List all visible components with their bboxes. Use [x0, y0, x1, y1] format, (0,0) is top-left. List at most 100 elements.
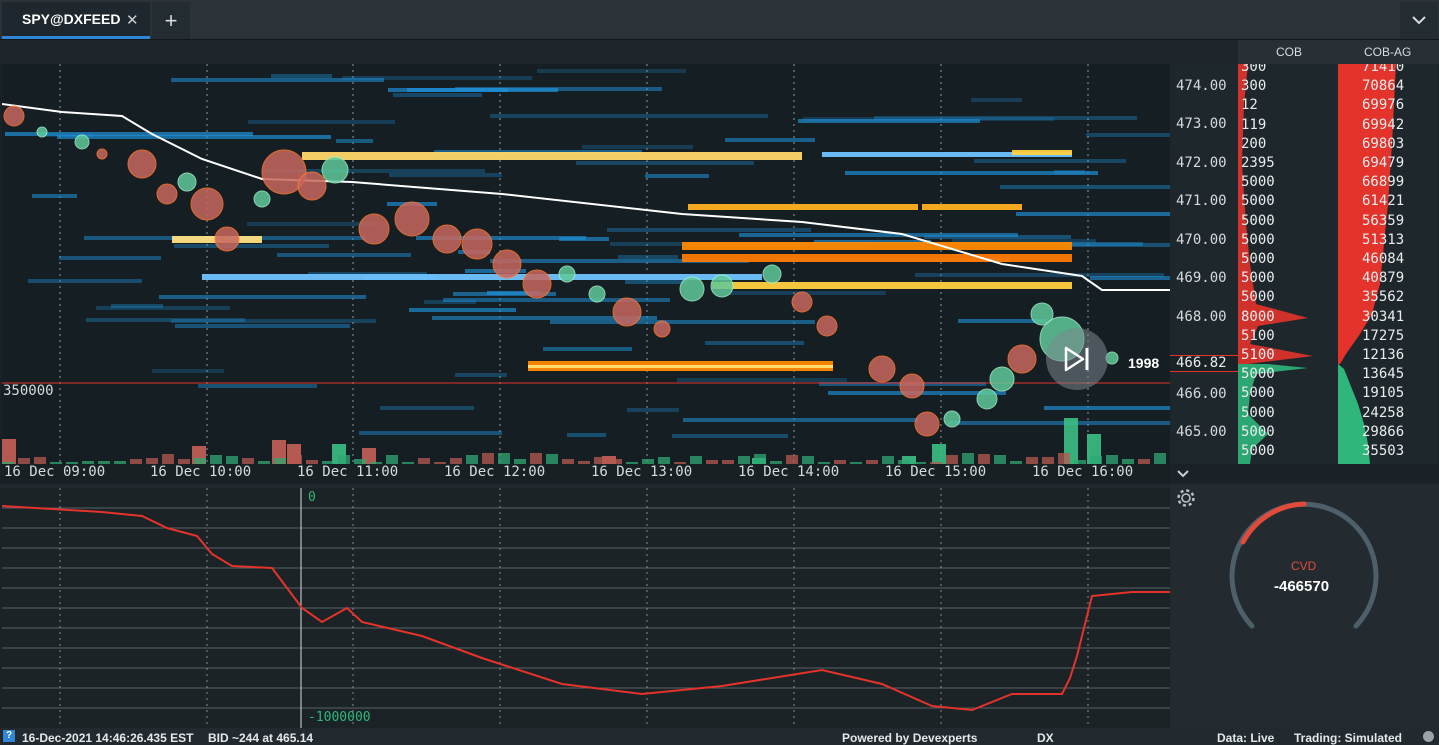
cob-ag-cell: 69942 [1362, 116, 1405, 133]
price-axis-label: 470.00 [1176, 232, 1227, 248]
cob-ag-cell: 71410 [1362, 64, 1405, 75]
cob-ag-cell: 66899 [1362, 174, 1405, 191]
cob-cell: 5000 [1241, 404, 1275, 421]
collapse-panel-button[interactable] [1176, 466, 1192, 480]
tabs-dropdown-button[interactable] [1400, 2, 1438, 39]
cob-column: 300 300 12 119 200 2395 5000 5000 5000 5000 5000 50… [1238, 64, 1338, 464]
settings-gear-icon[interactable] [1175, 487, 1197, 509]
cob-cell: 8000 [1241, 308, 1275, 325]
cob-cell: 119 [1241, 116, 1267, 133]
cvd-gauge-title: CVD [1291, 559, 1317, 573]
cob-ag-cell: 51313 [1362, 231, 1405, 248]
cob-cell: 5000 [1241, 366, 1275, 383]
cob-cell: 5000 [1241, 212, 1275, 229]
cob-ag-cell: 46084 [1362, 251, 1405, 267]
cob-ag-cell: 13645 [1362, 366, 1405, 383]
cob-ag-cell: 17275 [1362, 327, 1405, 344]
cob-cell: 5000 [1241, 231, 1275, 248]
skip-to-end-icon [1064, 346, 1089, 372]
tab-spy-dxfeed[interactable]: SPY@DXFEED ✕ [2, 2, 150, 39]
cob-ag-cell: 24258 [1362, 404, 1405, 421]
cob-cell: 5000 [1241, 385, 1275, 402]
volume-scale-label: 350000 [3, 383, 54, 399]
cob-cell: 5000 [1241, 270, 1275, 287]
cob-ag-cell: 56359 [1362, 212, 1405, 229]
time-axis-label: 16 Dec 16:00 [1032, 464, 1134, 480]
chevron-down-icon [1412, 16, 1426, 25]
cob-cell: 5000 [1241, 193, 1275, 210]
cvd-chart[interactable]: 0 -1000000 [2, 488, 1170, 728]
tab-title: SPY@DXFEED [22, 11, 121, 27]
time-axis[interactable]: 16 Dec 09:00 16 Dec 10:00 16 Dec 11:00 16 D… [2, 464, 1170, 484]
time-axis-label: 16 Dec 15:00 [885, 464, 987, 480]
cob-cell: 200 [1241, 135, 1267, 152]
price-axis-label: 469.00 [1176, 270, 1227, 286]
cob-column-header[interactable]: COB [1276, 45, 1302, 59]
time-axis-label: 16 Dec 11:00 [297, 464, 399, 480]
heatmap-canvas [2, 64, 1170, 464]
cob-ag-column: 71410 70864 69976 69942 69803 69479 66899 61421… [1338, 64, 1438, 464]
cob-cell: 5000 [1241, 251, 1275, 267]
cob-ag-cell: 19105 [1362, 385, 1405, 402]
cob-ag-cell: 30341 [1362, 308, 1405, 325]
status-bid: BID ~244 at 465.14 [208, 731, 314, 745]
heatmap-chart[interactable]: 350000 1998 [2, 64, 1170, 464]
cob-cell: 300 [1241, 64, 1267, 75]
cob-cell: 12 [1241, 97, 1258, 114]
price-axis-label: 466.00 [1176, 386, 1227, 402]
current-price-label: 466.82 [1170, 355, 1238, 372]
connection-indicator-icon [1423, 731, 1434, 742]
replay-volume-label: 1998 [1128, 355, 1160, 371]
chevron-down-icon [1177, 470, 1189, 478]
price-axis-label: 465.00 [1176, 424, 1227, 440]
status-time: 16-Dec-2021 14:46:26.435 EST [22, 731, 194, 745]
cob-ag-cell: 61421 [1362, 193, 1405, 210]
cob-cell: 2395 [1241, 155, 1275, 171]
price-axis-label: 468.00 [1176, 309, 1227, 325]
close-tab-icon[interactable]: ✕ [126, 11, 139, 29]
time-axis-label: 16 Dec 13:00 [591, 464, 693, 480]
cob-ag-cell: 35562 [1362, 289, 1405, 306]
price-axis-label: 473.00 [1176, 116, 1227, 132]
cob-ag-cell: 12136 [1362, 347, 1405, 363]
cob-ag-cell: 29866 [1362, 423, 1405, 440]
cob-header: COB COB-AG [1238, 40, 1439, 64]
info-icon[interactable]: ? [3, 730, 15, 742]
cob-ag-cell: 40879 [1362, 270, 1405, 287]
cob-ag-column-header[interactable]: COB-AG [1364, 45, 1411, 59]
cob-ag-cell: 70864 [1362, 78, 1405, 95]
cob-ag-cell: 69976 [1362, 97, 1405, 114]
price-axis[interactable]: 466.82 474.00 473.00 472.00 471.00 470.00 469… [1170, 64, 1238, 464]
replay-button[interactable] [1046, 328, 1108, 390]
cob-cell: 5100 [1241, 327, 1275, 344]
status-data-mode: Data: Live [1217, 731, 1275, 745]
status-bar: ? 16-Dec-2021 14:46:26.435 EST BID ~244 … [0, 728, 1439, 745]
cob-ag-cell: 69479 [1362, 155, 1405, 171]
tab-bar: SPY@DXFEED ✕ + [0, 0, 1439, 40]
price-axis-label: 471.00 [1176, 193, 1227, 209]
cob-cell: 300 [1241, 78, 1267, 95]
cvd-axis-top-label: 0 [308, 490, 316, 505]
add-tab-button[interactable]: + [152, 2, 190, 39]
trading-app: SPY@DXFEED ✕ + COB COB-AG 350000 1998 16… [0, 0, 1439, 745]
time-axis-label: 16 Dec 09:00 [4, 464, 106, 480]
cvd-axis-bottom-label: -1000000 [308, 710, 371, 725]
time-axis-label: 16 Dec 14:00 [738, 464, 840, 480]
cob-ag-cell: 69803 [1362, 135, 1405, 152]
status-trading-mode: Trading: Simulated [1294, 731, 1403, 745]
status-dx: DX [1037, 731, 1054, 745]
cob-cell: 5000 [1241, 289, 1275, 306]
price-axis-label: 474.00 [1176, 78, 1227, 94]
cob-cell: 5000 [1241, 423, 1275, 440]
time-axis-label: 16 Dec 12:00 [444, 464, 546, 480]
cvd-gauge-panel: CVD -466570 [1170, 484, 1439, 728]
price-axis-label: 472.00 [1176, 155, 1227, 171]
powered-by: Powered by Devexperts [842, 731, 978, 745]
cvd-gauge-value: -466570 [1274, 578, 1330, 595]
cob-cell: 5000 [1241, 174, 1275, 191]
cvd-line-canvas [2, 488, 1170, 728]
cob-cell: 5100 [1241, 347, 1275, 363]
cob-ag-cell: 35503 [1362, 443, 1405, 459]
time-axis-label: 16 Dec 10:00 [150, 464, 252, 480]
cob-cell: 5000 [1241, 443, 1275, 459]
